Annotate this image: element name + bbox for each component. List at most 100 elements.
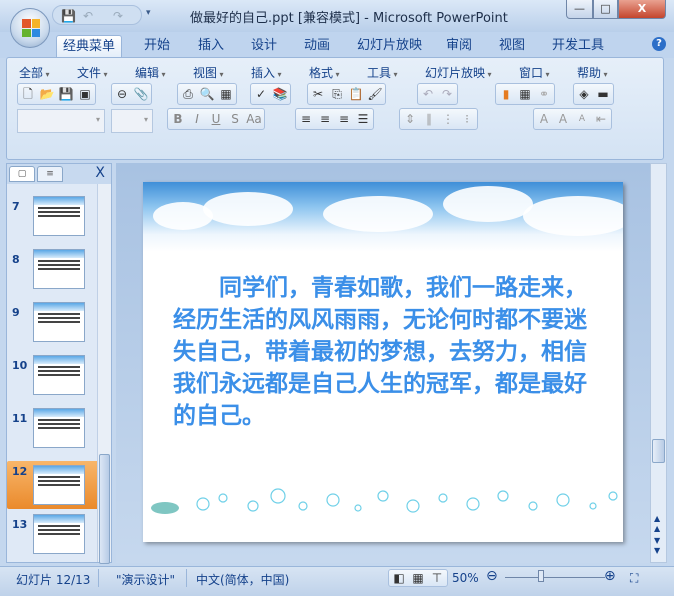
zoom-level[interactable]: 50% (452, 571, 479, 585)
bullets-icon[interactable]: ⁝ (459, 111, 475, 127)
customize-qat-icon[interactable]: ▾ (146, 8, 151, 18)
slide-scrollbar[interactable]: ▲ ▲ ▼ ▼ (650, 163, 667, 563)
save-icon[interactable]: 💾 (61, 9, 76, 23)
chart-icon[interactable]: ▮ (498, 86, 514, 102)
slide-thumbnail[interactable]: 8 (7, 249, 99, 299)
format-painter-icon[interactable]: 🖌 (367, 86, 383, 102)
underline-icon[interactable]: U (208, 111, 224, 127)
ribbon: 全部 文件 编辑 视图 插入 格式 工具 幻灯片放映 窗口 帮助 🗋📂💾▣ ⊖📎… (6, 57, 664, 160)
tab-developer[interactable]: 开发工具 (546, 35, 610, 58)
menu-file[interactable]: 文件 (77, 64, 108, 81)
paste-icon[interactable]: 📋 (348, 86, 364, 102)
slide-thumbnail[interactable]: 12 (7, 461, 99, 509)
print-preview-icon[interactable]: 🔍 (199, 86, 215, 102)
font-size-select[interactable] (111, 109, 153, 133)
menu-window[interactable]: 窗口 (519, 64, 550, 81)
current-slide[interactable]: 同学们，青春如歌，我们一路走来，经历生活的风风雨雨，无论何时都不要迷失自己，带着… (143, 182, 623, 542)
zoom-out-icon[interactable]: ⊖ (486, 568, 498, 584)
hyperlink-icon[interactable]: ⚭ (536, 86, 552, 102)
permission-icon[interactable]: ▣ (77, 86, 93, 102)
help-icon[interactable]: ? (652, 37, 666, 51)
panel-scrollbar[interactable] (97, 184, 111, 564)
spelling-icon[interactable]: ✓ (253, 86, 269, 102)
zoom-slider[interactable] (505, 577, 605, 578)
tab-classic-menu[interactable]: 经典菜单 (56, 35, 123, 58)
slide-thumbnail[interactable]: 11 (7, 408, 99, 458)
new-icon[interactable]: 🗋 (20, 86, 36, 102)
close-button[interactable]: X (618, 0, 666, 19)
delete-icon[interactable]: ⊖ (114, 86, 130, 102)
minimize-button[interactable]: — (566, 0, 593, 19)
undo-icon[interactable]: ↶ (420, 86, 436, 102)
menu-slideshow[interactable]: 幻灯片放映 (425, 64, 492, 81)
slide-thumbnail[interactable]: 7 (7, 196, 99, 246)
slide-thumbnail[interactable]: 13 (7, 514, 99, 564)
tab-design[interactable]: 设计 (245, 35, 283, 58)
attach-icon[interactable]: 📎 (133, 86, 149, 102)
grid-icon[interactable]: ▦ (218, 86, 234, 102)
change-case-icon[interactable]: Aa (246, 111, 262, 127)
zoom-in-icon[interactable]: ⊕ (604, 568, 616, 584)
scrollbar-thumb[interactable] (99, 454, 110, 564)
slide-thumbnail[interactable]: 9 (7, 302, 99, 352)
open-icon[interactable]: 📂 (39, 86, 55, 102)
align-right-icon[interactable]: ≡ (336, 111, 352, 127)
menu-tools[interactable]: 工具 (367, 64, 398, 81)
tab-insert[interactable]: 插入 (192, 35, 230, 58)
slide-sorter-icon[interactable]: ▦ (410, 570, 426, 586)
menu-help[interactable]: 帮助 (577, 64, 608, 81)
save-icon[interactable]: 💾 (58, 86, 74, 102)
fit-to-window-icon[interactable]: ⛶ (630, 571, 638, 586)
zoom-slider-thumb[interactable] (537, 570, 544, 582)
bold-icon[interactable]: B (170, 111, 186, 127)
font-select[interactable] (17, 109, 105, 133)
slideshow-view-icon[interactable]: ⊤ (429, 570, 445, 586)
tab-slideshow[interactable]: 幻灯片放映 (351, 35, 428, 58)
menu-view[interactable]: 视图 (193, 64, 224, 81)
line-spacing-icon[interactable]: ⇕ (402, 111, 418, 127)
copy-icon[interactable]: ⎘ (329, 86, 345, 102)
slides-tab[interactable]: ▢ (9, 166, 35, 182)
office-button[interactable] (10, 8, 50, 48)
italic-icon[interactable]: I (189, 111, 205, 127)
tab-home[interactable]: 开始 (138, 35, 176, 58)
grayscale-icon[interactable]: ▬ (595, 86, 611, 102)
slide-body-text[interactable]: 同学们，青春如歌，我们一路走来，经历生活的风风雨雨，无论何时都不要迷失自己，带着… (173, 272, 593, 432)
tab-view[interactable]: 视图 (493, 35, 531, 58)
font-color-icon[interactable]: A (536, 111, 552, 127)
numbering-icon[interactable]: ⋮ (440, 111, 456, 127)
prev-slide-icon[interactable]: ▲ ▲ (654, 514, 660, 534)
tab-review[interactable]: 审阅 (440, 35, 478, 58)
redo-icon[interactable]: ↷ (113, 9, 123, 23)
menu-edit[interactable]: 编辑 (135, 64, 166, 81)
tab-animation[interactable]: 动画 (298, 35, 336, 58)
cut-icon[interactable]: ✂ (310, 86, 326, 102)
justify-icon[interactable]: ☰ (355, 111, 371, 127)
slide-thumbnail[interactable]: 10 (7, 355, 99, 405)
color-scheme-icon[interactable]: ◈ (576, 86, 592, 102)
next-slide-icon[interactable]: ▼ ▼ (654, 536, 660, 556)
slide-editing-area: 同学们，青春如歌，我们一路走来，经历生活的风风雨雨，无论何时都不要迷失自己，带着… (116, 163, 650, 563)
language-indicator[interactable]: 中文(简体，中国) (196, 571, 289, 588)
grow-font-icon[interactable]: A (555, 111, 571, 127)
mail-toolbar: ⊖ 📎 (111, 83, 152, 105)
shrink-font-icon[interactable]: A (574, 111, 590, 127)
redo-icon[interactable]: ↷ (439, 86, 455, 102)
menu-format[interactable]: 格式 (309, 64, 340, 81)
indent-icon[interactable]: ⇤ (593, 111, 609, 127)
outline-tab[interactable]: ≡ (37, 166, 63, 182)
print-icon[interactable]: ⎙ (180, 86, 196, 102)
text-direction-icon[interactable]: ∥ (421, 111, 437, 127)
menu-insert[interactable]: 插入 (251, 64, 282, 81)
align-center-icon[interactable]: ≡ (317, 111, 333, 127)
undo-icon[interactable]: ↶ (83, 9, 93, 23)
table-icon[interactable]: ▦ (517, 86, 533, 102)
align-left-icon[interactable]: ≡ (298, 111, 314, 127)
shadow-icon[interactable]: S (227, 111, 243, 127)
close-panel-button[interactable]: X (95, 165, 105, 181)
menu-all[interactable]: 全部 (19, 64, 50, 81)
research-icon[interactable]: 📚 (272, 86, 288, 102)
normal-view-icon[interactable]: ◧ (391, 570, 407, 586)
scrollbar-thumb[interactable] (652, 439, 665, 463)
maximize-button[interactable]: □ (593, 0, 618, 19)
